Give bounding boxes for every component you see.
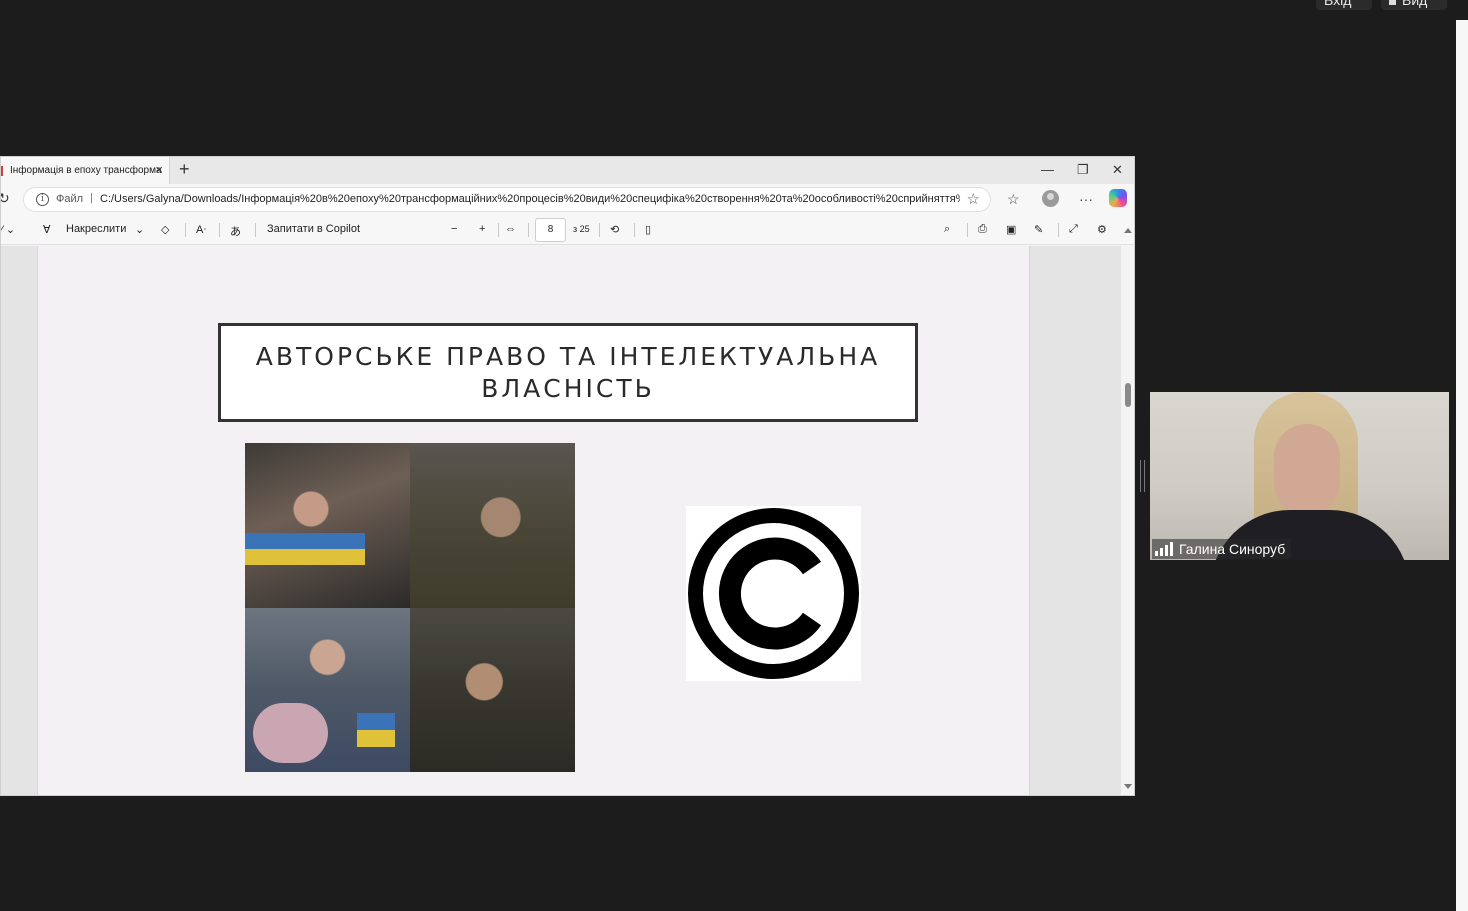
browser-tab[interactable]: Інформація в епоху трансформа × [1,157,170,184]
view-button[interactable]: Вид [1381,0,1447,10]
translate-icon[interactable]: あ [230,223,241,239]
reload-icon[interactable]: ↻ [1,190,10,207]
screen: Вхід Вид Інформація в епоху трансформа ×… [0,0,1468,911]
participant-video[interactable]: Галина Синоруб [1150,392,1449,560]
new-tab-button[interactable]: + [179,159,190,180]
view-label: Вид [1402,0,1428,8]
restore-icon[interactable]: ❐ [1077,162,1089,178]
tab-close-icon[interactable]: × [155,162,163,177]
photo-soldier-helmet [410,443,575,608]
rotate-icon[interactable]: ⟲ [610,223,619,236]
minimize-icon[interactable]: — [1041,162,1054,177]
file-scheme-label: Файл [56,193,84,205]
pdf-page: АВТОРСЬКЕ ПРАВО ТА ІНТЕЛЕКТУАЛЬНА ВЛАСНІ… [37,246,1030,795]
zoom-in-button[interactable]: + [479,223,485,235]
slide-title: АВТОРСЬКЕ ПРАВО ТА ІНТЕЛЕКТУАЛЬНА ВЛАСНІ… [218,323,918,422]
fit-page-icon[interactable]: ⇔ [505,223,516,235]
tab-title: Інформація в епоху трансформа [10,165,162,176]
url-text[interactable]: C:/Users/Galyna/Downloads/Інформація%20в… [100,193,960,205]
eraser-icon[interactable]: ◇ [161,223,169,236]
close-window-icon[interactable]: ✕ [1112,162,1123,178]
copyright-symbol-image [686,506,861,681]
pdf-tab-icon [1,166,3,176]
participant-name: Галина Синоруб [1179,541,1286,557]
right-edge-strip [1456,0,1468,911]
save-as-icon[interactable]: ✎ [1034,223,1043,236]
more-menu-icon[interactable]: ··· [1079,191,1093,207]
page-number-input[interactable]: 8 [535,218,566,242]
signal-strength-icon [1155,542,1173,556]
ask-copilot-button[interactable]: Запитати в Copilot [267,223,360,235]
highlight-icon[interactable]: ⁄ ⌄ [1,223,15,236]
copilot-icon[interactable] [1109,189,1127,207]
favorite-star-icon[interactable]: ☆ [967,190,980,208]
search-icon[interactable]: ⌕ [944,223,950,236]
draw-button[interactable]: Накреслити [66,223,126,235]
address-row: ↻ i Файл | C:/Users/Galyna/Downloads/Інф… [1,184,1134,215]
fullscreen-icon[interactable]: ⤢ [1069,223,1078,236]
photo-woman-with-flag [245,443,410,608]
scroll-up-arrow[interactable] [1124,228,1132,233]
copyright-icon [688,508,859,679]
scroll-down-arrow[interactable] [1124,784,1132,789]
profile-avatar[interactable] [1042,190,1059,207]
page-view-icon[interactable]: ▯ [645,223,651,236]
pdf-viewer[interactable]: АВТОРСЬКЕ ПРАВО ТА ІНТЕЛЕКТУАЛЬНА ВЛАСНІ… [1,246,1121,795]
video-person-face [1274,424,1340,516]
info-icon[interactable]: i [36,193,49,206]
vertical-scrollbar[interactable] [1121,228,1134,795]
soldiers-photo-collage [245,443,575,772]
view-icon [1389,0,1396,5]
address-separator: | [90,192,93,204]
exit-label: Вхід [1324,0,1352,8]
read-aloud-icon[interactable]: Aᐧ [196,223,206,236]
save-icon[interactable]: ▣ [1006,223,1016,236]
zoom-out-button[interactable]: − [451,223,457,235]
photo-woman-with-child [245,607,410,772]
exit-button[interactable]: Вхід [1316,0,1372,10]
photo-child-soldier [410,607,575,772]
page-count: з 25 [573,224,590,234]
settings-gear-icon[interactable]: ⚙ [1097,223,1107,236]
panel-splitter-handle[interactable] [1140,460,1145,492]
address-bar[interactable]: i Файл | C:/Users/Galyna/Downloads/Інфор… [23,187,991,212]
favorites-icon[interactable]: ☆ [1007,191,1020,208]
print-icon[interactable]: ⎙ [978,223,987,236]
draw-dropdown-icon[interactable]: ⌄ [135,223,144,236]
shared-browser-window: Інформація в епоху трансформа × + — ❐ ✕ … [0,156,1135,796]
draw-icon[interactable]: ∀ [43,223,51,236]
scroll-thumb[interactable] [1125,383,1131,407]
pdf-toolbar: ⁄ ⌄ ∀ Накреслити ⌄ ◇ Aᐧ あ Запитати в Cop… [1,215,1134,245]
participant-name-tag: Галина Синоруб [1152,539,1292,559]
tab-strip: Інформація в епоху трансформа × + — ❐ ✕ [1,157,1134,184]
